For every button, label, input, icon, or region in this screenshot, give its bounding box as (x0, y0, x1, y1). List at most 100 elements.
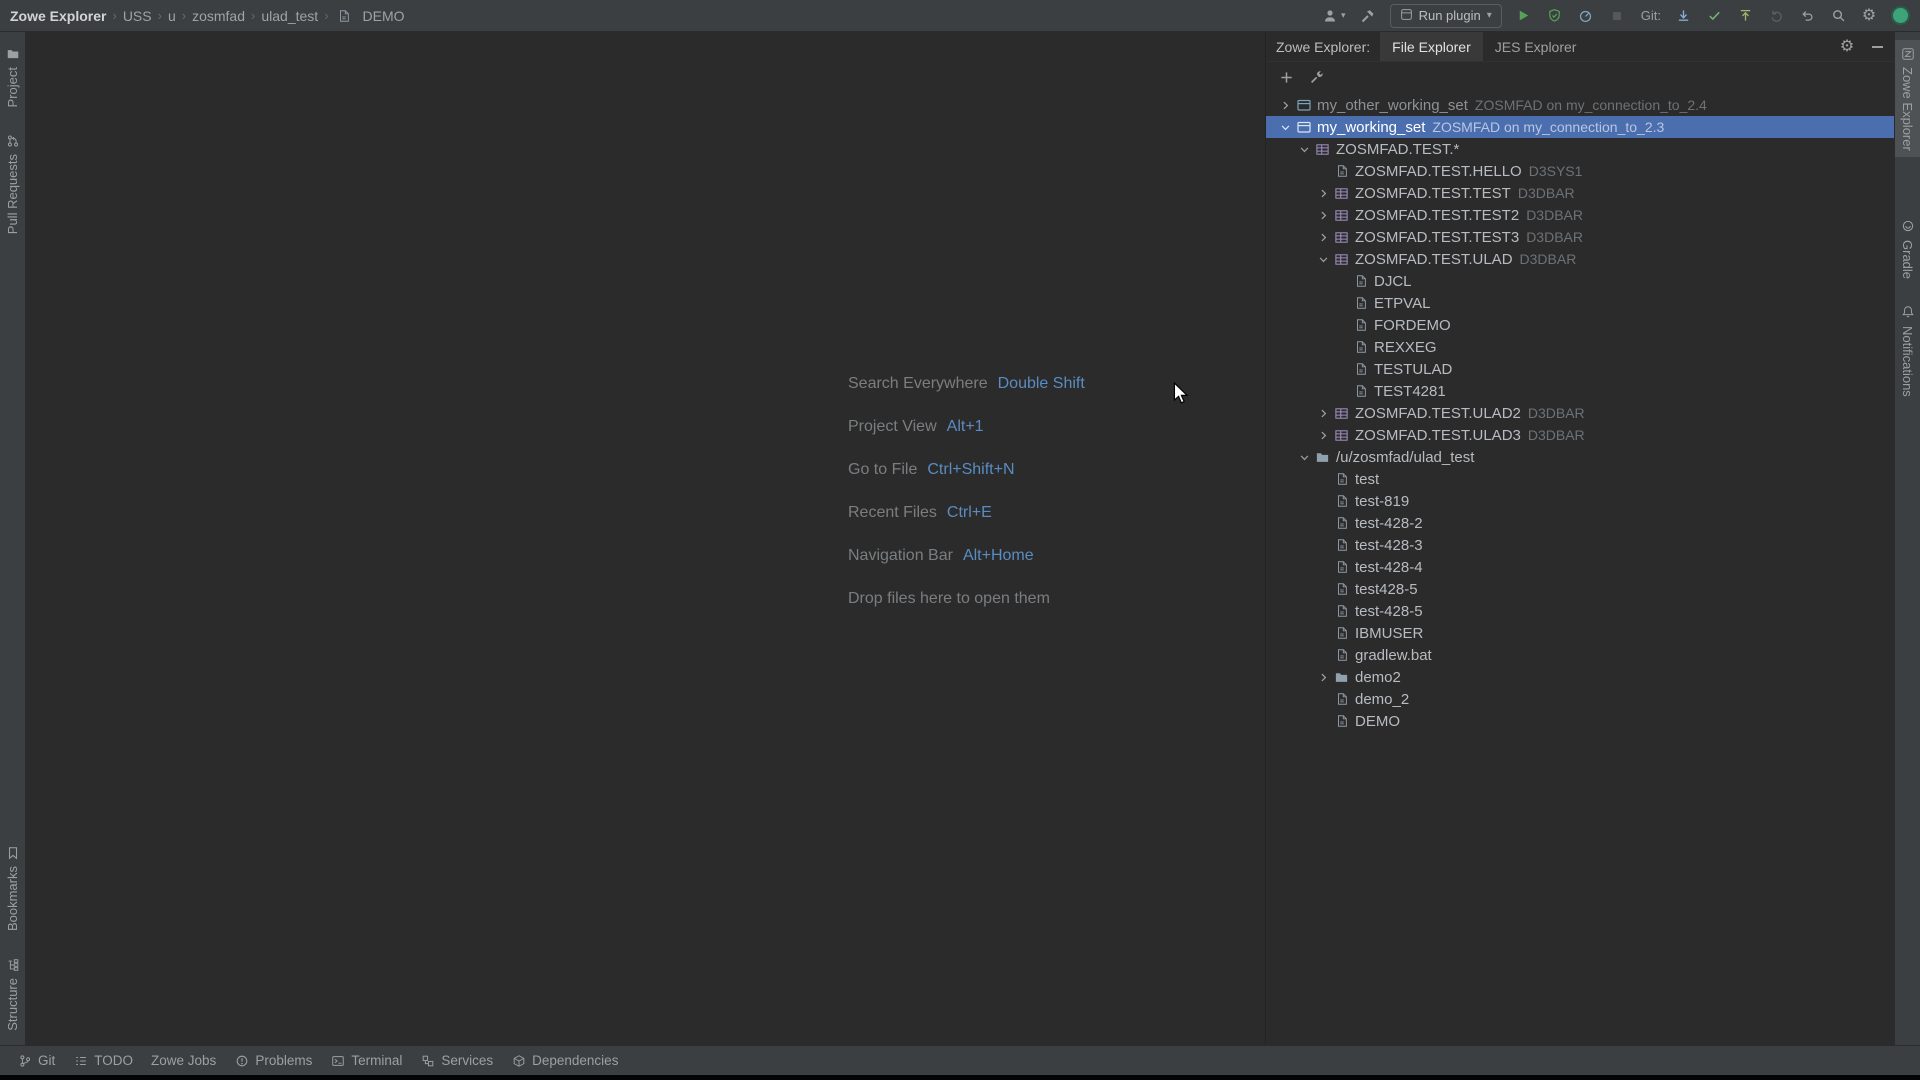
plugin-icon (1400, 8, 1413, 24)
tree-node-label: my_other_working_set (1317, 97, 1468, 114)
tool-strip-bookmarks[interactable]: Bookmarks (0, 839, 25, 937)
avatar[interactable] (1891, 6, 1910, 25)
dataset-icon (1332, 230, 1351, 245)
tree-row[interactable]: demo2 (1266, 666, 1894, 688)
statusbar-item-git[interactable]: Git (8, 1046, 64, 1075)
tree-row[interactable]: TEST4281 (1266, 380, 1894, 402)
tree-row[interactable]: ZOSMFAD.TEST.* (1266, 138, 1894, 160)
tree-row[interactable]: ZOSMFAD.TEST.HELLO D3SYS1 (1266, 160, 1894, 182)
chevron-right-icon[interactable] (1314, 187, 1332, 200)
tree-row[interactable]: ZOSMFAD.TEST.ULADD3DBAR (1266, 248, 1894, 270)
profiler-button[interactable] (1577, 7, 1595, 25)
git-commit-button[interactable] (1705, 7, 1723, 25)
shortcut-label: Navigation Bar (848, 547, 953, 565)
run-button[interactable] (1515, 7, 1533, 25)
chevron-down-icon[interactable] (1295, 451, 1313, 464)
chevron-right-icon[interactable] (1314, 209, 1332, 222)
breadcrumb-item-u[interactable]: u (168, 8, 176, 24)
chevron-right-icon[interactable] (1314, 429, 1332, 442)
git-update-button[interactable] (1674, 7, 1692, 25)
chevron-right-icon[interactable] (1314, 231, 1332, 244)
chevron-right-icon[interactable] (1314, 671, 1332, 684)
breadcrumb-item-zowe-explorer[interactable]: Zowe Explorer (10, 8, 106, 24)
tool-strip-gradle[interactable]: Gradle (1895, 213, 1920, 285)
git-push-button[interactable] (1736, 7, 1754, 25)
tree-indent (1266, 523, 1314, 524)
search-everywhere-button[interactable] (1829, 7, 1847, 25)
tree-row[interactable]: ZOSMFAD.TEST.TEST3D3DBAR (1266, 226, 1894, 248)
chevron-right-icon[interactable] (1276, 99, 1294, 112)
tree-node-label: REXXEG (1374, 339, 1437, 356)
statusbar-item-terminal[interactable]: Terminal (321, 1046, 411, 1075)
coverage-button[interactable] (1546, 7, 1564, 25)
tree-node-label: FORDEMO (1374, 317, 1451, 334)
breadcrumb: Zowe Explorer›USS›u›zosmfad›ulad_test›DE… (10, 8, 405, 24)
tree-row[interactable]: DJCL (1266, 270, 1894, 292)
statusbar-item-zowe-jobs[interactable]: Zowe Jobs (142, 1046, 225, 1075)
tree-row[interactable]: ZOSMFAD.TEST.TEST2D3DBAR (1266, 204, 1894, 226)
tree-row[interactable]: gradlew.bat (1266, 644, 1894, 666)
tree-row[interactable]: REXXEG (1266, 336, 1894, 358)
tree-row[interactable]: test (1266, 468, 1894, 490)
tool-strip-zowe-explorer[interactable]: Zowe Explorer (1895, 40, 1920, 157)
tree-row[interactable]: ETPVAL (1266, 292, 1894, 314)
tree-row[interactable]: test428-5 (1266, 578, 1894, 600)
build-hammer-icon[interactable] (1359, 7, 1377, 25)
stop-button (1608, 7, 1626, 25)
tree-node-suffix: ZOSMFAD on my_connection_to_2.4 (1475, 97, 1707, 113)
tool-strip-notifications[interactable]: Notifications (1895, 299, 1920, 403)
user-menu-button[interactable]: ▾ (1321, 7, 1346, 25)
breadcrumb-item-ulad-test[interactable]: ulad_test (261, 8, 318, 24)
tree-node-suffix: D3SYS1 (1529, 163, 1583, 179)
tool-strip-project[interactable]: Project (0, 40, 25, 113)
hide-panel-icon[interactable] (1868, 38, 1886, 56)
tool-window-tabs: File ExplorerJES Explorer (1380, 32, 1588, 61)
tree-row[interactable]: my_working_setZOSMFAD on my_connection_t… (1266, 116, 1894, 138)
breadcrumb-item-demo[interactable]: DEMO (335, 8, 405, 24)
tree-row[interactable]: test-819 (1266, 490, 1894, 512)
tree-row[interactable]: test-428-4 (1266, 556, 1894, 578)
tree-row[interactable]: ZOSMFAD.TEST.TESTD3DBAR (1266, 182, 1894, 204)
undo-button[interactable] (1798, 7, 1816, 25)
tree-row[interactable]: test-428-3 (1266, 534, 1894, 556)
chevron-down-icon[interactable] (1314, 253, 1332, 266)
statusbar-item-problems[interactable]: Problems (225, 1046, 321, 1075)
chevron-down-icon[interactable] (1295, 143, 1313, 156)
tree-row[interactable]: ZOSMFAD.TEST.ULAD3D3DBAR (1266, 424, 1894, 446)
breadcrumb-item-zosmfad[interactable]: zosmfad (192, 8, 245, 24)
tree-row[interactable]: DEMO (1266, 710, 1894, 732)
tree-row[interactable]: my_other_working_set ZOSMFAD on my_connec… (1266, 94, 1894, 116)
tree-indent (1266, 347, 1333, 348)
tool-strip-pull-requests[interactable]: Pull Requests (0, 127, 25, 240)
statusbar-item-services[interactable]: Services (411, 1046, 502, 1075)
panel-settings-gear-icon[interactable]: ⚙ (1838, 38, 1856, 56)
tree-row[interactable]: ZOSMFAD.TEST.ULAD2D3DBAR (1266, 402, 1894, 424)
tree-node-label: ZOSMFAD.TEST.HELLO (1355, 163, 1522, 180)
breadcrumb-item-uss[interactable]: USS (123, 8, 152, 24)
tab-file-explorer[interactable]: File Explorer (1380, 32, 1483, 61)
chevron-right-icon[interactable] (1314, 407, 1332, 420)
tree-row[interactable]: demo_2 (1266, 688, 1894, 710)
tree-indent (1266, 457, 1295, 458)
settings-gear-icon[interactable]: ⚙ (1860, 7, 1878, 25)
tree-node-label: DJCL (1374, 273, 1412, 290)
git-rollback-button (1767, 7, 1785, 25)
add-button[interactable] (1278, 69, 1294, 85)
tool-strip-structure[interactable]: Structure (0, 951, 25, 1037)
statusbar-item-todo[interactable]: TODO (64, 1046, 142, 1075)
chevron-down-icon[interactable] (1276, 121, 1294, 134)
shortcut-keys: Alt+Home (963, 547, 1034, 565)
tree-row[interactable]: TESTULAD (1266, 358, 1894, 380)
tools-button[interactable] (1308, 69, 1324, 85)
statusbar-item-dependencies[interactable]: Dependencies (502, 1046, 627, 1075)
run-config-selector[interactable]: Run plugin ▾ (1390, 4, 1502, 28)
tree-indent (1266, 281, 1333, 282)
breadcrumb-separator: › (112, 8, 116, 23)
tab-jes-explorer[interactable]: JES Explorer (1483, 32, 1589, 61)
tree-row[interactable]: test-428-2 (1266, 512, 1894, 534)
tree-row[interactable]: FORDEMO (1266, 314, 1894, 336)
tree-row[interactable]: IBMUSER (1266, 622, 1894, 644)
tree-row[interactable]: /u/zosmfad/ulad_test (1266, 446, 1894, 468)
editor-area[interactable]: Search EverywhereDouble ShiftProject Vie… (26, 32, 1265, 1045)
tree-row[interactable]: test-428-5 (1266, 600, 1894, 622)
